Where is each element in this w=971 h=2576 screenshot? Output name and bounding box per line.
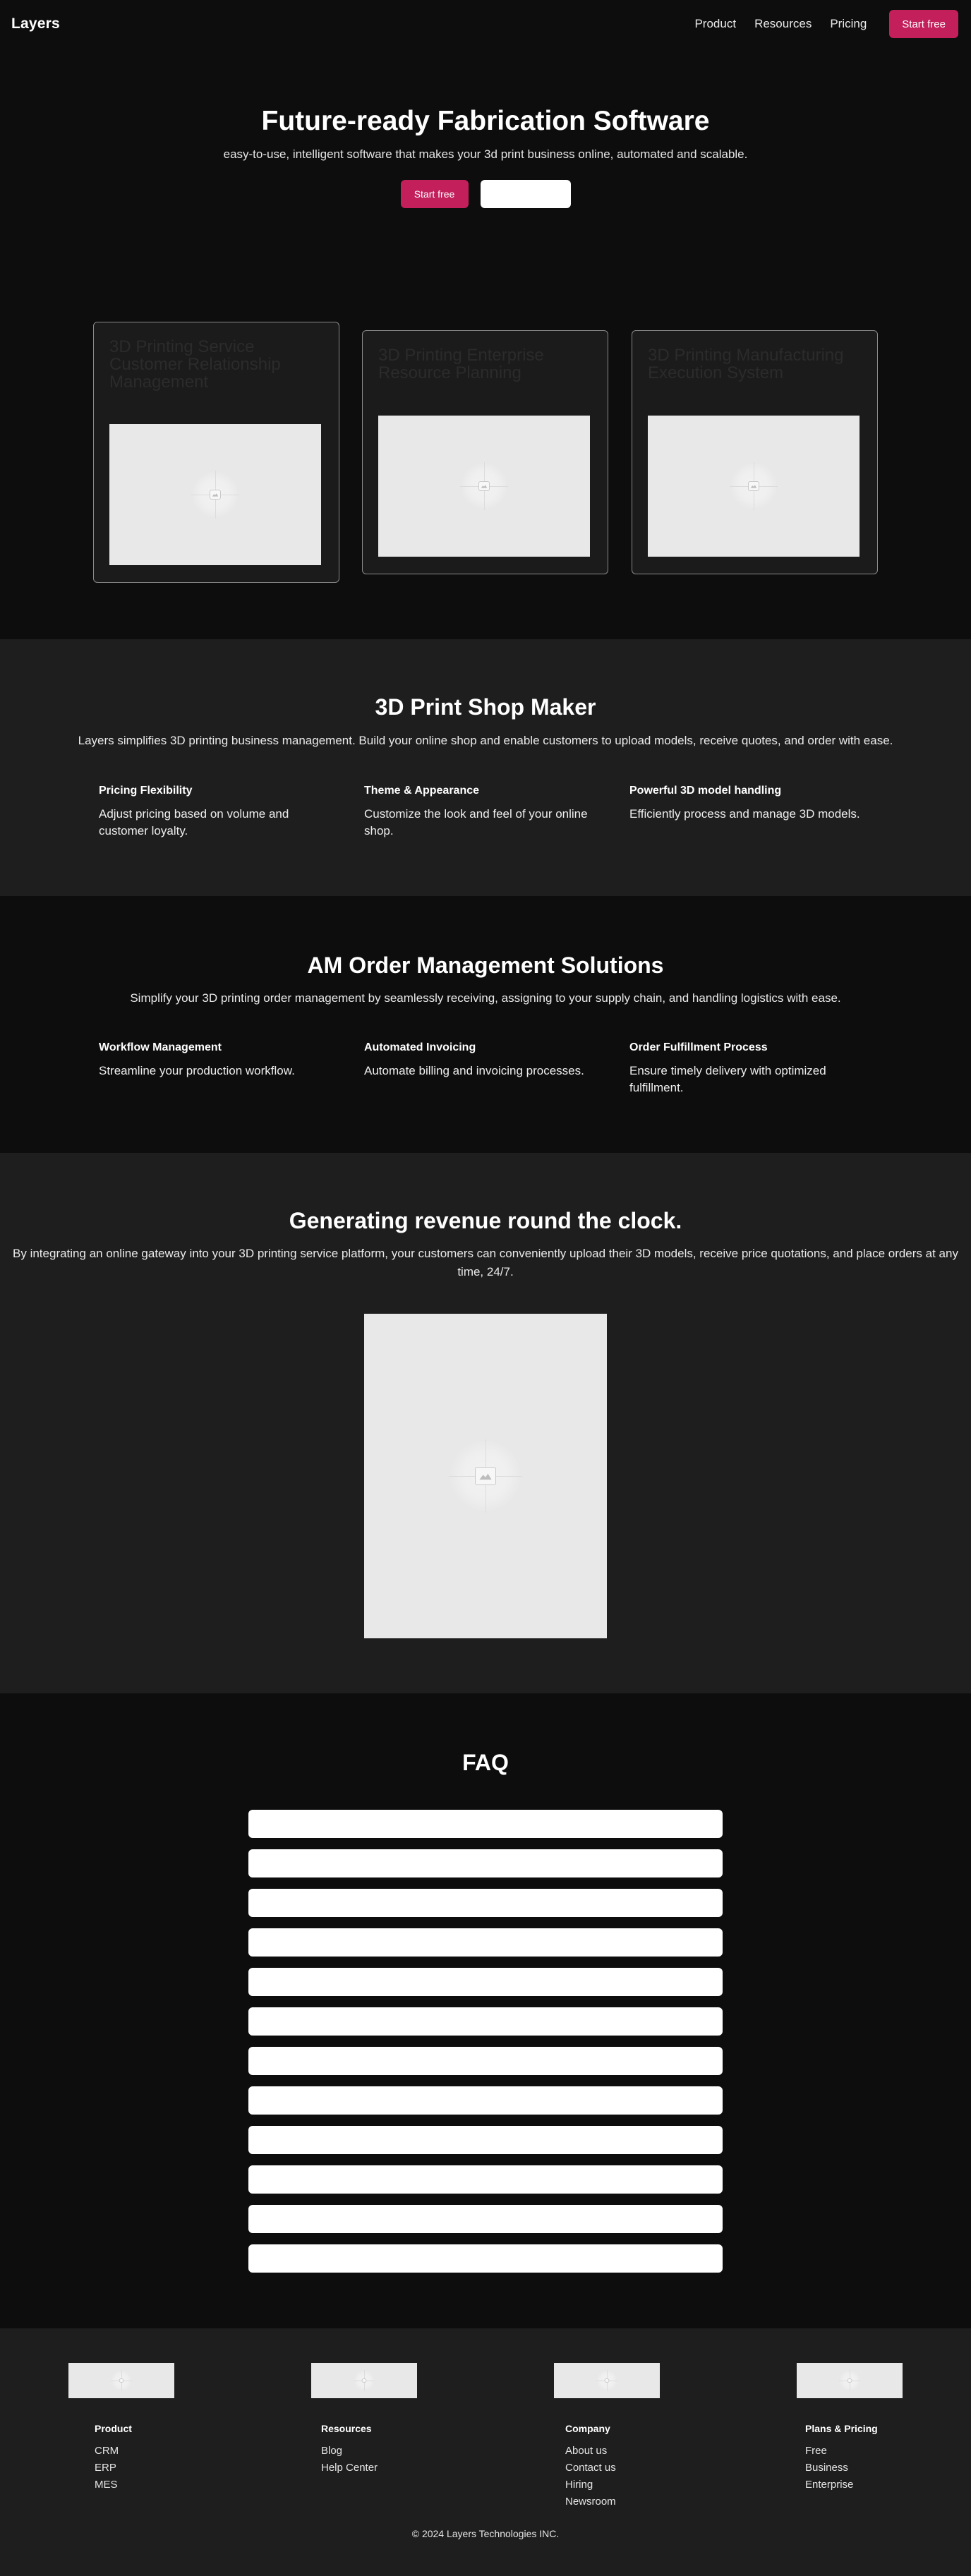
faq-item[interactable] xyxy=(248,2244,723,2273)
footer-link-erp[interactable]: ERP xyxy=(95,2460,132,2477)
revenue-section: Generating revenue round the clock. By i… xyxy=(0,1153,971,1693)
feature-text: Ensure timely delivery with optimized fu… xyxy=(629,1064,826,1094)
footer-image xyxy=(797,2363,903,2398)
footer-col-product: Product CRM ERP MES xyxy=(95,2423,132,2493)
product-card-image xyxy=(109,424,321,565)
section-subtitle: Layers simplifies 3D printing business m… xyxy=(78,734,893,747)
feature-title: Pricing Flexibility xyxy=(99,785,193,797)
faq-section: FAQ xyxy=(0,1693,971,2328)
footer-link-hiring[interactable]: Hiring xyxy=(565,2477,616,2493)
product-card-title: 3D Printing Enterprise Resource Planning xyxy=(378,346,544,382)
faq-item[interactable] xyxy=(248,2165,723,2194)
top-nav: Layers Product Resources Pricing Start f… xyxy=(0,0,971,49)
footer-link-help-center[interactable]: Help Center xyxy=(321,2460,378,2477)
footer-col-company: Company About us Contact us Hiring Newsr… xyxy=(565,2423,616,2510)
feature-text: Automate billing and invoicing processes… xyxy=(364,1064,584,1077)
image-placeholder-icon xyxy=(111,2370,132,2391)
product-card-crm[interactable]: 3D Printing Service Customer Relationshi… xyxy=(93,322,339,583)
logo[interactable]: Layers xyxy=(11,16,60,32)
faq-item[interactable] xyxy=(248,1928,723,1957)
hero-title: Future-ready Fabrication Software xyxy=(261,106,710,136)
feature-automated-invoicing: Automated Invoicing Automate billing and… xyxy=(364,1041,604,1080)
footer-link-enterprise[interactable]: Enterprise xyxy=(805,2477,878,2493)
image-placeholder-icon xyxy=(730,462,778,510)
feature-title: Powerful 3D model handling xyxy=(629,785,782,797)
footer-link-crm[interactable]: CRM xyxy=(95,2443,132,2460)
footer-col-resources: Resources Blog Help Center xyxy=(321,2423,378,2477)
footer-link-blog[interactable]: Blog xyxy=(321,2443,378,2460)
hero-buttons: Start free xyxy=(0,180,971,208)
faq-title: FAQ xyxy=(462,1750,509,1775)
product-card-erp[interactable]: 3D Printing Enterprise Resource Planning xyxy=(362,330,608,574)
footer-link-free[interactable]: Free xyxy=(805,2443,878,2460)
nav-link-product[interactable]: Product xyxy=(694,17,736,31)
faq-item[interactable] xyxy=(248,1849,723,1877)
hero-start-free-button[interactable]: Start free xyxy=(400,180,469,208)
section-title: AM Order Management Solutions xyxy=(307,953,664,978)
feature-3d-model-handling: Powerful 3D model handling Efficiently p… xyxy=(629,785,869,823)
section-title: Generating revenue round the clock. xyxy=(289,1208,682,1233)
footer-link-contact-us[interactable]: Contact us xyxy=(565,2460,616,2477)
image-placeholder-icon xyxy=(596,2370,617,2391)
section-title: 3D Print Shop Maker xyxy=(375,694,596,720)
footer-col-title: Resources xyxy=(321,2423,372,2434)
feature-order-fulfillment: Order Fulfillment Process Ensure timely … xyxy=(629,1041,869,1096)
faq-item[interactable] xyxy=(248,2205,723,2233)
hero-secondary-button[interactable] xyxy=(480,180,571,208)
section-subtitle: By integrating an online gateway into yo… xyxy=(13,1247,958,1278)
feature-title: Workflow Management xyxy=(99,1041,222,1053)
faq-item[interactable] xyxy=(248,2007,723,2036)
image-placeholder-icon xyxy=(460,462,508,510)
feature-theme-appearance: Theme & Appearance Customize the look an… xyxy=(364,785,604,840)
faq-item[interactable] xyxy=(248,1968,723,1996)
feature-title: Automated Invoicing xyxy=(364,1041,476,1053)
product-card-mes[interactable]: 3D Printing Manufacturing Execution Syst… xyxy=(632,330,878,574)
image-placeholder-icon xyxy=(354,2370,375,2391)
feature-text: Customize the look and feel of your onli… xyxy=(364,807,588,837)
footer-col-title: Product xyxy=(95,2423,132,2434)
feature-title: Theme & Appearance xyxy=(364,785,480,797)
nav-link-resources[interactable]: Resources xyxy=(754,17,812,31)
product-card-image xyxy=(648,416,860,557)
product-card-image xyxy=(378,416,590,557)
nav-links: Product Resources Pricing Start free xyxy=(694,10,958,38)
feature-title: Order Fulfillment Process xyxy=(629,1041,768,1053)
faq-item[interactable] xyxy=(248,2047,723,2075)
faq-item[interactable] xyxy=(248,1889,723,1917)
feature-pricing-flexibility: Pricing Flexibility Adjust pricing based… xyxy=(99,785,339,840)
image-placeholder-icon xyxy=(839,2370,860,2391)
footer-image xyxy=(311,2363,417,2398)
footer-col-title: Plans & Pricing xyxy=(805,2423,878,2434)
footer-link-business[interactable]: Business xyxy=(805,2460,878,2477)
footer: Product CRM ERP MES Resources Blog Help … xyxy=(0,2328,971,2576)
footer-col-plans-pricing: Plans & Pricing Free Business Enterprise xyxy=(805,2423,878,2493)
feature-workflow-management: Workflow Management Streamline your prod… xyxy=(99,1041,339,1080)
footer-image xyxy=(554,2363,660,2398)
faq-item[interactable] xyxy=(248,2086,723,2115)
product-card-title: 3D Printing Manufacturing Execution Syst… xyxy=(648,346,844,382)
footer-link-mes[interactable]: MES xyxy=(95,2477,132,2493)
nav-link-pricing[interactable]: Pricing xyxy=(830,17,867,31)
faq-item[interactable] xyxy=(248,1810,723,1838)
revenue-image xyxy=(364,1314,607,1638)
shop-maker-section: 3D Print Shop Maker Layers simplifies 3D… xyxy=(0,639,971,896)
hero-subtitle: easy-to-use, intelligent software that m… xyxy=(223,147,748,161)
footer-image xyxy=(68,2363,174,2398)
landing-page: Layers Product Resources Pricing Start f… xyxy=(0,0,971,2576)
footer-link-about-us[interactable]: About us xyxy=(565,2443,616,2460)
feature-text: Adjust pricing based on volume and custo… xyxy=(99,807,289,837)
order-management-section: AM Order Management Solutions Simplify y… xyxy=(0,896,971,1153)
image-placeholder-icon xyxy=(449,1439,522,1513)
footer-col-title: Company xyxy=(565,2423,610,2434)
footer-link-newsroom[interactable]: Newsroom xyxy=(565,2493,616,2510)
image-placeholder-icon xyxy=(191,471,239,519)
section-subtitle: Simplify your 3D printing order manageme… xyxy=(130,991,841,1005)
product-card-title: 3D Printing Service Customer Relationshi… xyxy=(109,337,281,392)
nav-start-free-button[interactable]: Start free xyxy=(889,10,958,38)
feature-text: Efficiently process and manage 3D models… xyxy=(629,807,860,821)
faq-item[interactable] xyxy=(248,2126,723,2154)
feature-text: Streamline your production workflow. xyxy=(99,1064,295,1077)
copyright: © 2024 Layers Technologies INC. xyxy=(411,2528,560,2539)
